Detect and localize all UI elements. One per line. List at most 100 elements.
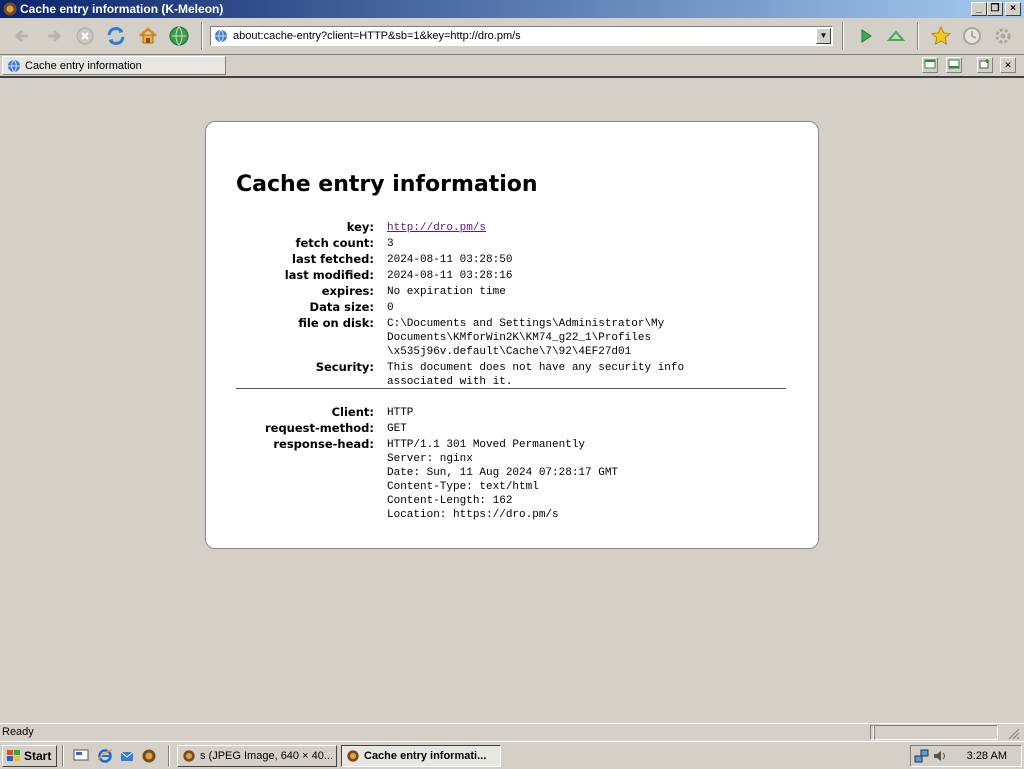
go-button[interactable] bbox=[853, 23, 879, 49]
show-desktop-icon bbox=[73, 749, 89, 761]
field-value: http://dro.pm/s bbox=[387, 221, 486, 235]
field-label: response-head: bbox=[273, 437, 374, 451]
field-value: 2024-08-11 03:28:16 bbox=[387, 270, 513, 282]
taskbar-separator bbox=[168, 745, 170, 767]
new-window-button[interactable] bbox=[946, 57, 962, 73]
section-divider bbox=[236, 388, 786, 389]
network-icon[interactable] bbox=[914, 748, 930, 764]
cache-entry-card: Cache entry information key: http://dro.p… bbox=[205, 121, 819, 549]
field-label: file on disk: bbox=[298, 316, 374, 330]
tab-cache-entry-information[interactable]: Cache entry information bbox=[2, 56, 226, 75]
history-icon bbox=[963, 27, 981, 45]
go-icon bbox=[861, 29, 872, 43]
field-label: key: bbox=[346, 220, 374, 234]
home-button[interactable] bbox=[135, 23, 161, 49]
field-label: expires: bbox=[321, 284, 374, 298]
history-button[interactable] bbox=[959, 23, 985, 49]
new-window-icon bbox=[948, 59, 960, 69]
taskbar: Start s (JPEG Image, 640 × 40... Cache e… bbox=[0, 741, 1024, 769]
field-value: 3 bbox=[387, 238, 394, 250]
volume-icon[interactable] bbox=[932, 748, 948, 764]
field-value: HTTP bbox=[387, 407, 414, 419]
toolbar-separator bbox=[842, 22, 844, 50]
minimize-button[interactable]: _ bbox=[971, 2, 987, 16]
field-value: C:\Documents and Settings\Administrator\… bbox=[387, 318, 665, 358]
tab-label: Cache entry information bbox=[25, 60, 142, 72]
globe-icon bbox=[169, 26, 189, 46]
navigation-toolbar: about:cache-entry?client=HTTP&sb=1&key=h… bbox=[0, 18, 1024, 55]
stop-icon bbox=[76, 27, 94, 45]
field-label: Data size: bbox=[309, 300, 374, 314]
show-desktop-button[interactable] bbox=[72, 747, 90, 765]
field-value: No expiration time bbox=[387, 286, 506, 298]
task-label: Cache entry informati... bbox=[364, 750, 487, 762]
globe-button[interactable] bbox=[166, 23, 192, 49]
task-label: s (JPEG Image, 640 × 40... bbox=[200, 750, 333, 762]
k-meleon-icon bbox=[347, 750, 359, 762]
duplicate-tab-button[interactable] bbox=[977, 57, 993, 73]
field-value: This document does not have any security… bbox=[387, 362, 685, 388]
k-meleon-app-icon bbox=[3, 2, 17, 16]
field-label: Client: bbox=[331, 405, 374, 419]
task-cache-entry-information[interactable]: Cache entry informati... bbox=[341, 745, 501, 767]
page-content-area: Cache entry information key: http://dro.p… bbox=[0, 78, 1024, 723]
page-globe-icon bbox=[215, 29, 227, 43]
tab-bar: Cache entry information ✕ bbox=[0, 55, 1024, 78]
address-dropdown-button[interactable]: ▼ bbox=[816, 28, 831, 44]
toolbar-separator bbox=[917, 22, 919, 50]
outlook-express-icon bbox=[120, 751, 134, 761]
system-tray: 3:28 AM bbox=[910, 745, 1022, 767]
settings-icon bbox=[995, 28, 1011, 44]
reload-button[interactable] bbox=[103, 23, 129, 49]
k-meleon-icon bbox=[142, 749, 156, 763]
duplicate-tab-icon bbox=[979, 59, 989, 69]
task-jpeg-image[interactable]: s (JPEG Image, 640 × 40... bbox=[177, 745, 337, 767]
taskbar-separator bbox=[62, 745, 64, 767]
title-bar[interactable]: Cache entry information (K-Meleon) _ ❐ × bbox=[0, 0, 1024, 18]
settings-button[interactable] bbox=[990, 23, 1016, 49]
field-label: Security: bbox=[315, 360, 374, 374]
key-link[interactable]: http://dro.pm/s bbox=[387, 222, 486, 234]
home-icon bbox=[139, 27, 157, 44]
forward-button[interactable] bbox=[40, 23, 66, 49]
close-tab-icon: ✕ bbox=[1004, 60, 1012, 70]
field-label: last modified: bbox=[284, 268, 374, 282]
outlook-express-button[interactable] bbox=[118, 747, 136, 765]
reload-icon bbox=[107, 27, 125, 45]
window-title: Cache entry information (K-Meleon) bbox=[20, 2, 224, 16]
new-tab-icon bbox=[924, 59, 936, 69]
back-icon bbox=[14, 29, 28, 43]
bookmarks-button[interactable] bbox=[928, 23, 954, 49]
back-button[interactable] bbox=[10, 23, 36, 49]
restore-button[interactable]: ❐ bbox=[987, 2, 1003, 16]
close-tab-button[interactable]: ✕ bbox=[1000, 57, 1016, 73]
status-text: Ready bbox=[2, 726, 34, 738]
field-value: GET bbox=[387, 423, 407, 435]
resize-grip-icon[interactable] bbox=[1006, 726, 1020, 740]
stop-button[interactable] bbox=[72, 23, 98, 49]
status-bar: Ready bbox=[0, 723, 1024, 742]
address-bar[interactable]: about:cache-entry?client=HTTP&sb=1&key=h… bbox=[210, 26, 833, 46]
field-value: 0 bbox=[387, 302, 394, 314]
tab-globe-icon bbox=[8, 59, 20, 73]
start-label: Start bbox=[24, 749, 52, 763]
k-meleon-quicklaunch-button[interactable] bbox=[140, 747, 158, 765]
new-tab-button[interactable] bbox=[922, 57, 938, 73]
address-text[interactable]: about:cache-entry?client=HTTP&sb=1&key=h… bbox=[233, 30, 521, 42]
up-button[interactable] bbox=[883, 23, 909, 49]
progress-pane bbox=[874, 725, 998, 740]
toolbar-separator bbox=[201, 22, 203, 50]
clock[interactable]: 3:28 AM bbox=[967, 750, 1007, 762]
field-label: request-method: bbox=[264, 421, 374, 435]
field-value: HTTP/1.1 301 Moved Permanently Server: n… bbox=[387, 439, 619, 521]
k-meleon-icon bbox=[183, 750, 195, 762]
internet-explorer-button[interactable] bbox=[96, 747, 114, 765]
forward-icon bbox=[48, 29, 62, 43]
field-value: 2024-08-11 03:28:50 bbox=[387, 254, 513, 266]
internet-explorer-icon bbox=[97, 749, 113, 763]
bookmarks-icon bbox=[930, 25, 952, 46]
start-button[interactable]: Start bbox=[2, 745, 57, 767]
close-button[interactable]: × bbox=[1005, 2, 1021, 16]
page-heading: Cache entry information bbox=[236, 172, 538, 197]
field-label: last fetched: bbox=[292, 252, 374, 266]
